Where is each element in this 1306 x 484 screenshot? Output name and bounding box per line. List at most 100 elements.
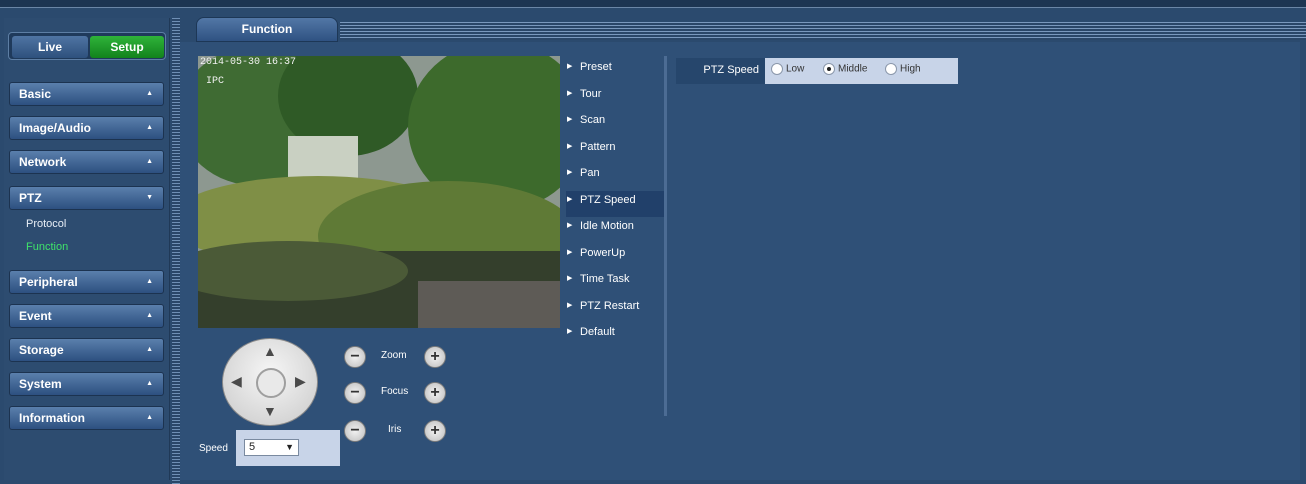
down-arrow-icon[interactable]: ▼ bbox=[263, 403, 277, 419]
chevron-down-icon: ▼ bbox=[285, 442, 294, 452]
menu-arrow-icon: ▶ bbox=[567, 89, 573, 97]
menu-item-idle-motion[interactable]: ▶ Idle Motion bbox=[566, 217, 666, 244]
radio-button-icon bbox=[771, 63, 783, 75]
menu-arrow-icon: ▶ bbox=[567, 328, 573, 335]
radio-high[interactable]: High bbox=[885, 63, 921, 75]
radio-button-icon bbox=[885, 63, 897, 75]
menu-item-preset[interactable]: ▶ Preset bbox=[566, 58, 666, 85]
video-timestamp: 2014-05-30 16:37 bbox=[200, 57, 297, 68]
mode-tabs: Live Setup bbox=[8, 32, 166, 60]
menu-arrow-icon: ▶ bbox=[567, 63, 573, 70]
nav-ptz[interactable]: PTZ ▼ bbox=[9, 186, 164, 210]
expand-arrow-icon: ▲ bbox=[146, 124, 153, 131]
top-strip bbox=[0, 0, 1306, 8]
nav-peripheral-label: Peripheral bbox=[19, 275, 78, 289]
nav-event-label: Event bbox=[19, 309, 52, 323]
ptz-speed-setting: PTZ Speed Low Middle High bbox=[676, 58, 958, 84]
menu-item-default[interactable]: ▶ Default bbox=[566, 323, 666, 350]
menu-item-label: Default bbox=[580, 326, 615, 338]
menu-item-label: Scan bbox=[580, 114, 606, 126]
radio-middle[interactable]: Middle bbox=[823, 63, 867, 75]
focus-label: Focus bbox=[381, 386, 409, 397]
speed-value: 5 bbox=[249, 441, 256, 453]
sidebar-item-function[interactable]: Function bbox=[26, 241, 68, 253]
expand-arrow-icon: ▲ bbox=[146, 278, 153, 285]
nav-information[interactable]: Information ▲ bbox=[9, 406, 164, 430]
zoom-out-button[interactable]: − bbox=[344, 346, 366, 368]
nav-basic-label: Basic bbox=[19, 87, 52, 101]
menu-item-label: Pan bbox=[580, 167, 600, 179]
speed-control: Speed 5 ▼ bbox=[196, 430, 340, 466]
iris-plus-button[interactable]: + bbox=[424, 420, 446, 442]
nav-information-label: Information bbox=[19, 411, 85, 425]
nav-network-label: Network bbox=[19, 155, 67, 169]
menu-item-label: Idle Motion bbox=[580, 220, 634, 232]
menu-item-pattern[interactable]: ▶ Pattern bbox=[566, 138, 666, 165]
nav-network[interactable]: Network ▲ bbox=[9, 150, 164, 174]
menu-arrow-icon: ▶ bbox=[567, 301, 573, 309]
menu-arrow-icon: ▶ bbox=[567, 248, 573, 256]
menu-item-tour[interactable]: ▶ Tour bbox=[566, 85, 666, 112]
expand-arrow-icon: ▲ bbox=[146, 312, 153, 319]
collapse-arrow-icon: ▼ bbox=[146, 194, 153, 201]
tab-live[interactable]: Live bbox=[12, 36, 88, 58]
expand-arrow-icon: ▲ bbox=[146, 414, 153, 421]
menu-item-label: PTZ Restart bbox=[580, 299, 640, 312]
menu-item-ptz-restart[interactable]: ▶ PTZ Restart bbox=[566, 297, 666, 324]
joystick-center[interactable] bbox=[256, 368, 286, 398]
menu-item-label: Time Task bbox=[580, 273, 630, 285]
focus-minus-button[interactable]: − bbox=[344, 382, 366, 404]
nav-peripheral[interactable]: Peripheral ▲ bbox=[9, 270, 164, 294]
left-nav: Live Setup Basic ▲ Image/Audio ▲ Network ▲ … bbox=[4, 18, 170, 480]
up-arrow-icon[interactable]: ▲ bbox=[263, 343, 277, 359]
radio-low[interactable]: Low bbox=[771, 63, 804, 75]
left-arrow-icon[interactable]: ◀ bbox=[231, 373, 242, 390]
tab-setup[interactable]: Setup bbox=[90, 36, 164, 58]
nav-basic[interactable]: Basic ▲ bbox=[9, 82, 164, 106]
iris-label: Iris bbox=[388, 424, 402, 435]
radio-middle-label: Middle bbox=[838, 63, 868, 75]
right-arrow-icon[interactable]: ▶ bbox=[295, 373, 306, 390]
sidebar-item-protocol[interactable]: Protocol bbox=[26, 218, 66, 230]
speed-select[interactable]: 5 ▼ bbox=[244, 439, 299, 456]
page-tab-function[interactable]: Function bbox=[196, 17, 338, 42]
nav-image-audio-label: Image/Audio bbox=[19, 121, 92, 135]
menu-arrow-icon: ▶ bbox=[567, 222, 573, 229]
menu-item-pan[interactable]: ▶ Pan bbox=[566, 164, 666, 191]
menu-item-powerup[interactable]: ▶ PowerUp bbox=[566, 244, 666, 271]
ptz-speed-label: PTZ Speed bbox=[676, 58, 765, 84]
menu-item-label: Pattern bbox=[580, 140, 616, 153]
menu-arrow-icon: ▶ bbox=[567, 116, 573, 123]
radio-button-icon bbox=[823, 63, 835, 75]
video-channel-label: IPC bbox=[206, 76, 225, 87]
expand-arrow-icon: ▲ bbox=[146, 380, 153, 387]
nav-storage-label: Storage bbox=[19, 343, 64, 357]
nav-system-label: System bbox=[19, 377, 62, 391]
menu-divider bbox=[664, 56, 667, 416]
focus-plus-button[interactable]: + bbox=[424, 382, 446, 404]
expand-arrow-icon: ▲ bbox=[146, 346, 153, 353]
nav-system[interactable]: System ▲ bbox=[9, 372, 164, 396]
menu-item-ptz-speed[interactable]: ▶ PTZ Speed bbox=[566, 190, 666, 217]
menu-item-label: PowerUp bbox=[580, 246, 626, 259]
menu-item-scan[interactable]: ▶ Scan bbox=[566, 111, 666, 138]
menu-item-label: Tour bbox=[580, 87, 602, 100]
expand-arrow-icon: ▲ bbox=[146, 158, 153, 165]
function-menu: ▶ Preset ▶ Tour ▶ Scan ▶ Pattern ▶ Pan ▶ PTZ S… bbox=[566, 58, 666, 350]
header-stripe bbox=[340, 22, 1306, 40]
menu-item-label: Preset bbox=[580, 61, 612, 73]
menu-item-time-task[interactable]: ▶ Time Task bbox=[566, 270, 666, 297]
zoom-in-button[interactable]: + bbox=[424, 346, 446, 368]
menu-item-label: PTZ Speed bbox=[580, 193, 636, 206]
video-preview[interactable]: 2014-05-30 16:37 IPC bbox=[198, 56, 560, 328]
nav-ptz-label: PTZ bbox=[19, 191, 42, 205]
nav-storage[interactable]: Storage ▲ bbox=[9, 338, 164, 362]
speed-label: Speed bbox=[199, 443, 228, 454]
iris-minus-button[interactable]: − bbox=[344, 420, 366, 442]
nav-event[interactable]: Event ▲ bbox=[9, 304, 164, 328]
menu-arrow-icon: ▶ bbox=[567, 169, 573, 176]
nav-image-audio[interactable]: Image/Audio ▲ bbox=[9, 116, 164, 140]
menu-arrow-icon: ▶ bbox=[567, 142, 573, 150]
ptz-joystick[interactable]: ▲ ▼ ◀ ▶ bbox=[222, 338, 318, 426]
divider-stripe bbox=[172, 18, 180, 484]
